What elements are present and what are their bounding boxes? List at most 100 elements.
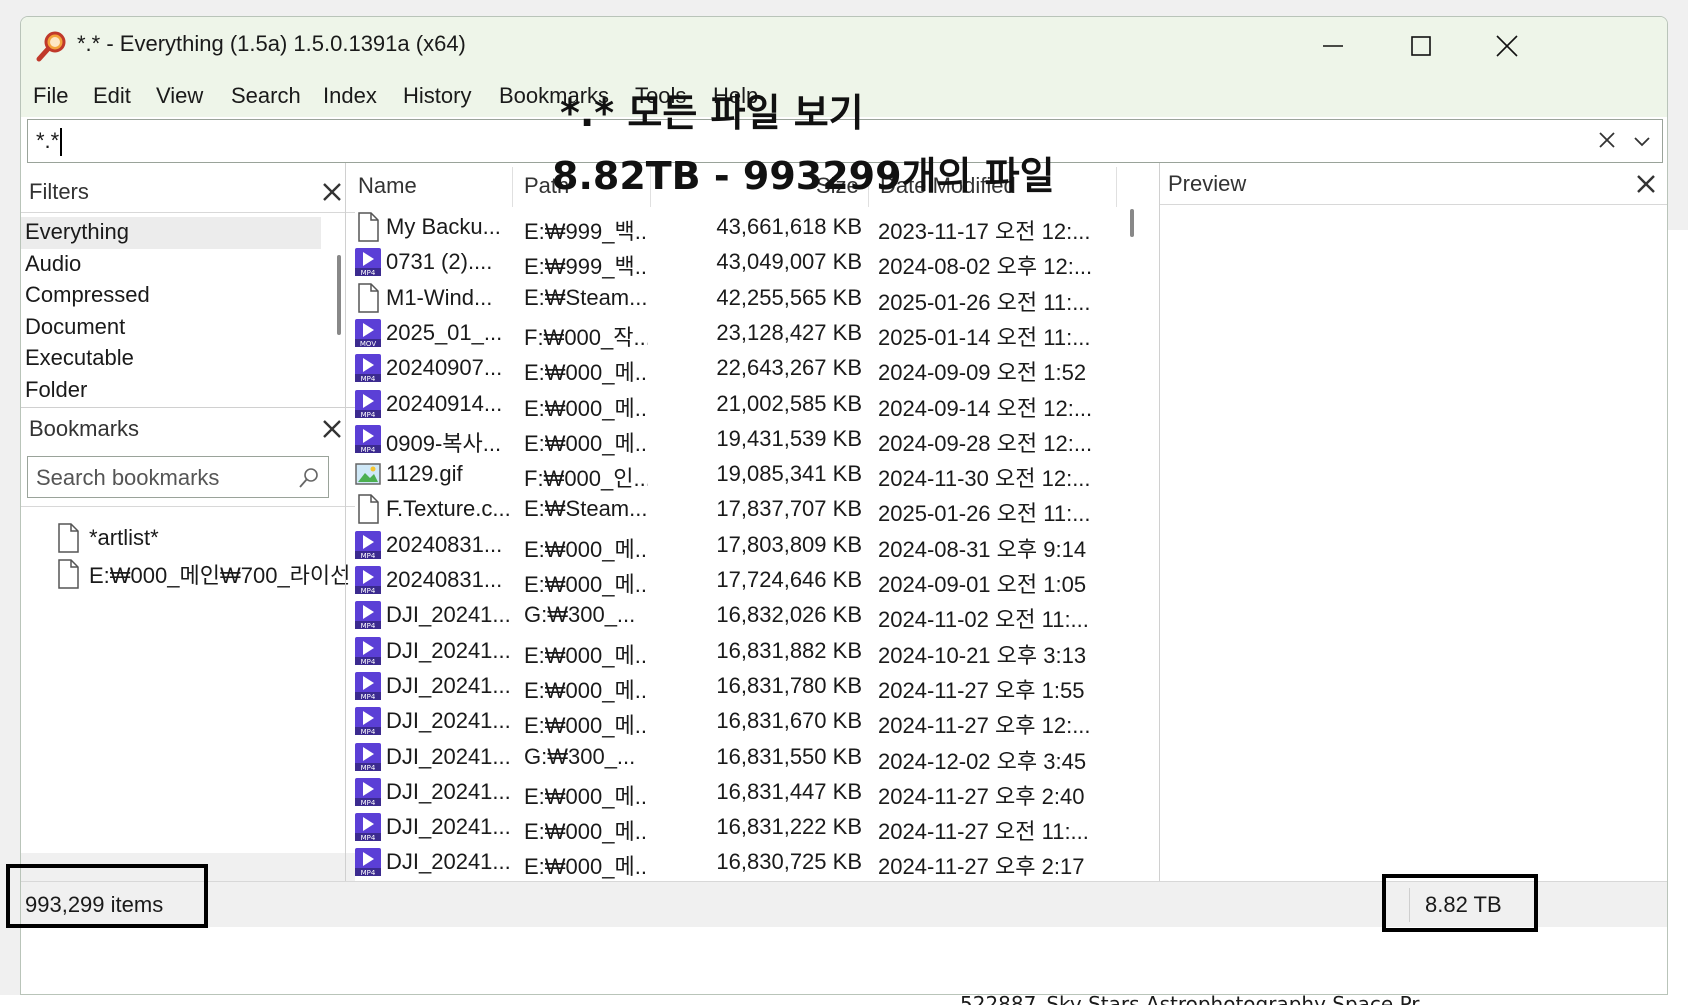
table-row[interactable]: 1129.gif F:₩000_인... 19,085,341 KB 2024-11-… [346,456,1116,491]
preview-panel: Preview [1159,163,1667,881]
filter-audio[interactable]: Audio [21,249,321,281]
file-path: E:₩000_메... [524,572,648,597]
menu-search[interactable]: Search [231,83,301,109]
file-path: E:₩999_백... [524,254,648,280]
file-date-modified: 2024-11-27 오후 2:17 [878,854,1085,880]
svg-text:MOV: MOV [360,340,376,348]
chevron-down-icon[interactable] [1632,131,1652,151]
file-name: 1129.gif [386,461,463,487]
filter-document[interactable]: Document [21,312,321,344]
file-size: 16,831,447 KB [716,778,862,804]
table-row[interactable]: MP4 DJI_20241... G:₩300_... 16,832,026 KB 20… [346,597,1116,632]
table-row[interactable]: MP4 0909-복사... E:₩000_메... 19,431,539 KB 202… [346,421,1116,456]
menu-history[interactable]: History [403,83,471,109]
close-icon[interactable] [321,181,343,203]
filters-title: Filters [29,179,89,204]
file-size: 17,724,646 KB [716,567,862,592]
column-name[interactable]: Name [358,173,417,199]
file-name: 20240831... [386,567,503,592]
file-size: 16,831,780 KB [716,672,862,698]
table-row[interactable]: F.Texture.c... E:₩Steam... 17,837,707 KB 20… [346,491,1116,526]
filters-header: Filters [21,171,355,213]
file-name: DJI_20241... [386,814,510,840]
file-name: 20240914... [386,390,503,416]
mp4-video-icon: MP4 [354,742,382,772]
file-path: E:₩000_메... [524,783,648,809]
file-path: F:₩000_작... [524,324,648,350]
file-date-modified: 2025-01-26 오전 11:... [878,289,1091,315]
file-name: DJI_20241... [386,672,510,698]
preview-header: Preview [1160,163,1667,205]
filter-compressed[interactable]: Compressed [21,280,321,312]
title-bar[interactable]: *.* - Everything (1.5a) 1.5.0.1391a (x64… [21,17,1667,75]
text-caret [60,128,62,156]
mp4-video-icon: MP4 [354,565,382,595]
document-icon [58,559,79,589]
menu-file[interactable]: File [33,83,68,109]
bookmark-item[interactable]: E:₩000_메인₩700_라이선 [57,556,350,592]
file-date-modified: 2024-11-02 오전 11:... [878,607,1089,633]
svg-text:MP4: MP4 [361,658,376,666]
file-path: E:₩Steam... [524,284,648,310]
file-name: DJI_20241... [386,708,510,734]
table-row[interactable]: MP4 0731 (2).... E:₩999_백... 43,049,007 KB 2… [346,244,1116,279]
table-row[interactable]: M1-Wind... E:₩Steam... 42,255,565 KB 2025-0… [346,280,1116,315]
maximize-button[interactable] [1375,17,1467,75]
table-row[interactable]: MP4 DJI_20241... E:₩000_메... 16,831,670 KB 2… [346,703,1116,738]
menu-edit[interactable]: Edit [93,83,131,109]
document-icon [354,212,382,242]
bookmark-search-input[interactable]: Search bookmarks [27,456,329,498]
filter-folder[interactable]: Folder [21,375,321,407]
file-name: 2025_01_... [386,319,503,345]
file-path: E:₩000_메... [524,395,648,421]
file-size: 42,255,565 KB [716,284,862,310]
table-row[interactable]: MP4 DJI_20241... E:₩000_메... 16,831,882 KB 2… [346,633,1116,668]
table-row[interactable]: MP4 20240907... E:₩000_메... 22,643,267 KB 20… [346,350,1116,385]
bookmark-search-placeholder: Search bookmarks [36,465,220,490]
clear-search-icon[interactable] [1596,129,1618,151]
close-icon[interactable] [321,418,343,440]
column-separator[interactable] [1116,167,1117,207]
file-date-modified: 2025-01-26 오전 11:... [878,501,1091,527]
document-icon [354,282,382,313]
preview-title: Preview [1168,171,1247,196]
close-button[interactable] [1461,17,1553,75]
file-path: G:₩300_... [524,743,636,769]
file-date-modified: 2024-08-31 오후 9:14 [878,536,1087,562]
table-row[interactable]: MP4 DJI_20241... E:₩000_메... 16,830,725 KB 2… [346,844,1116,879]
file-date-modified: 2024-08-02 오후 12:... [878,254,1093,280]
results-scrollbar[interactable] [1130,209,1134,237]
table-row[interactable]: MOV 2025_01_... F:₩000_작... 23,128,427 KB 20… [346,315,1116,350]
file-name: My Backu... [386,214,501,239]
divider [21,506,355,507]
file-size: 16,831,222 KB [716,814,862,840]
file-size: 16,831,882 KB [716,637,862,663]
table-row[interactable]: MP4 DJI_20241... E:₩000_메... 16,831,222 KB 2… [346,809,1116,844]
table-row[interactable]: MP4 DJI_20241... E:₩000_메... 16,831,447 KB 2… [346,774,1116,809]
file-path: E:₩000_메... [524,430,648,456]
highlight-box-size [1382,874,1538,932]
file-name: 20240831... [386,531,503,557]
table-row[interactable]: MP4 20240831... E:₩000_메... 17,724,646 KB 20… [346,562,1116,597]
close-icon[interactable] [1635,173,1657,195]
table-row[interactable]: MP4 DJI_20241... E:₩000_메... 16,831,780 KB 2… [346,668,1116,703]
bookmark-item[interactable]: *artlist* [57,520,159,556]
table-row[interactable]: MP4 DJI_20241... G:₩300_... 16,831,550 KB 20… [346,739,1116,774]
table-row[interactable]: MP4 20240831... E:₩000_메... 17,803,809 KB 20… [346,527,1116,562]
file-name: DJI_20241... [386,602,510,628]
file-size: 43,049,007 KB [716,249,862,275]
highlight-box-items [6,864,208,928]
file-path: E:₩000_메... [524,819,648,845]
filter-executable[interactable]: Executable [21,343,321,375]
file-date-modified: 2024-11-27 오후 1:55 [878,677,1085,703]
minimize-button[interactable] [1287,17,1379,75]
table-row[interactable]: MP4 20240914... E:₩000_메... 21,002,585 KB 20… [346,386,1116,421]
menu-view[interactable]: View [156,83,203,109]
file-date-modified: 2024-09-14 오전 12:... [878,395,1093,421]
menu-index[interactable]: Index [323,83,377,109]
filters-scrollbar[interactable] [337,255,341,335]
file-path: E:₩Steam... [524,496,648,522]
filter-everything[interactable]: Everything [21,217,321,249]
table-row[interactable]: My Backu... E:₩999_백... 43,661,618 KB 2023-… [346,209,1116,244]
column-separator[interactable] [512,167,513,207]
